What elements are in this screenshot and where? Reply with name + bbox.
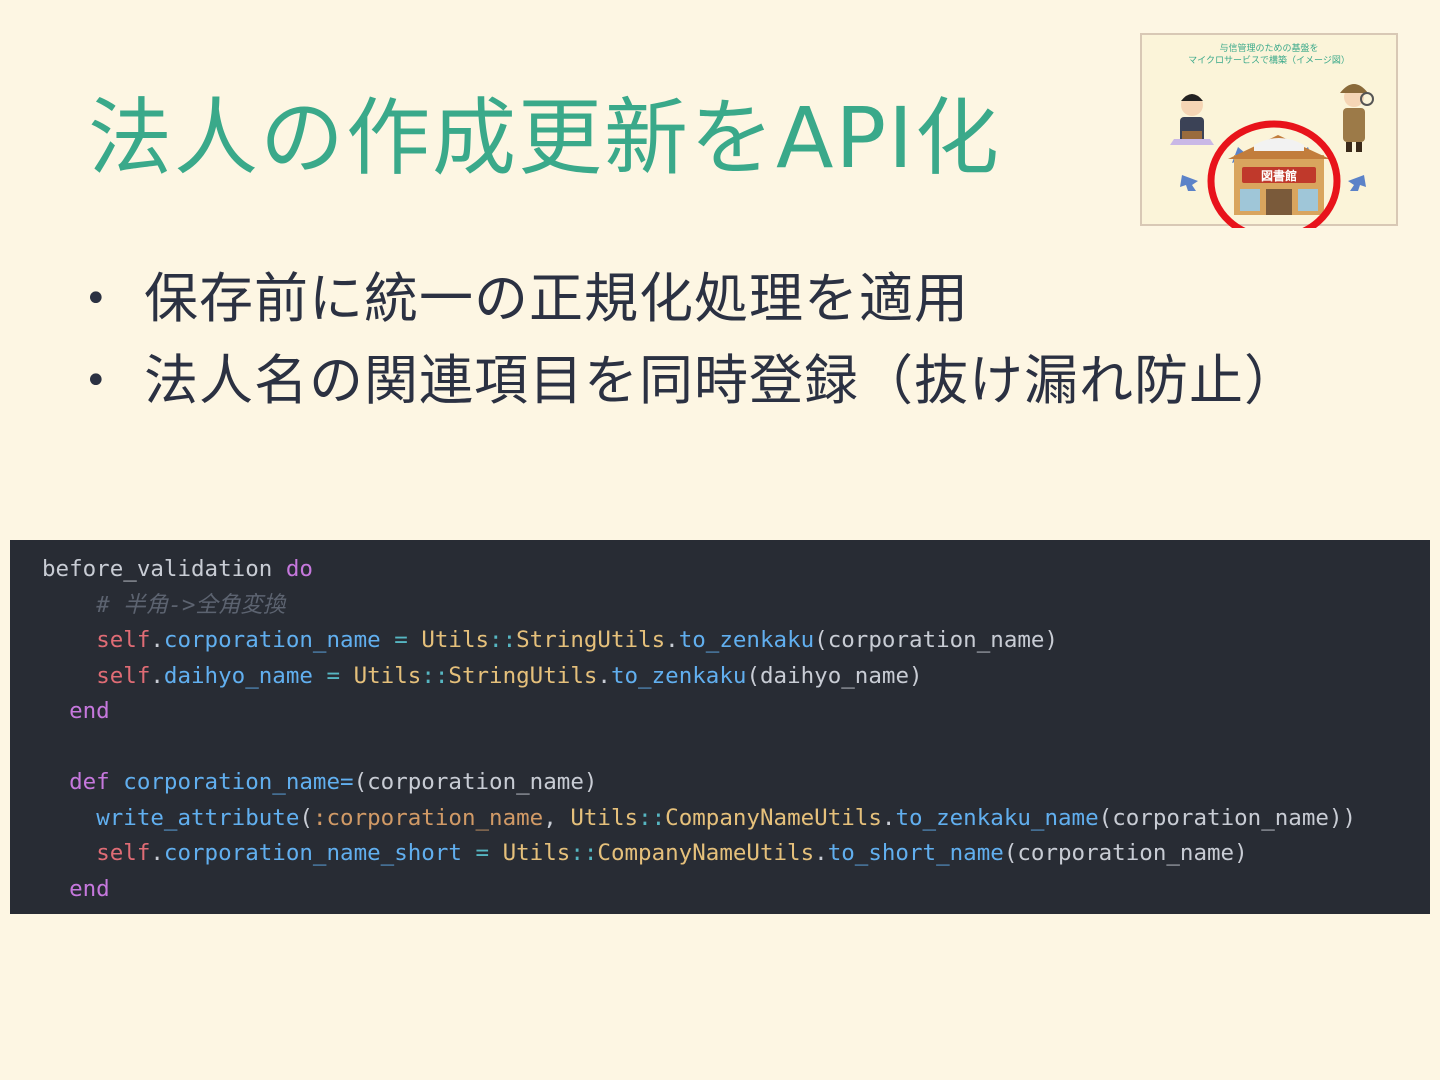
- code-token: =: [394, 627, 408, 653]
- code-block: before_validation do # 半角->全角変換 self.cor…: [10, 540, 1430, 914]
- code-token: .: [150, 840, 164, 866]
- code-token: corporation_name_short: [163, 840, 462, 866]
- bullet-dot: •: [84, 276, 109, 322]
- code-token: self: [96, 840, 151, 866]
- code-line: write_attribute(:corporation_name, Utils…: [42, 801, 1430, 837]
- slide-title: 法人の作成更新をAPI化: [88, 89, 1001, 187]
- code-token: =: [326, 662, 341, 689]
- code-token: self: [96, 627, 151, 653]
- code-token: end: [69, 698, 110, 724]
- code-token: .: [881, 804, 896, 831]
- thumbnail-caption-line: 与信管理のための基盤を: [1219, 44, 1319, 54]
- code-token: self: [96, 662, 151, 689]
- library-building-icon: 図書館: [1228, 135, 1330, 215]
- code-token: .: [150, 662, 164, 689]
- code-token: (daihyo_name): [746, 662, 923, 689]
- code-token: write_attribute: [96, 804, 300, 831]
- code-token: ::: [570, 840, 598, 866]
- code-token: CompanyNameUtils: [597, 840, 815, 866]
- code-line: before_validation do: [42, 552, 1430, 588]
- code-token: (corporation_name): [814, 627, 1059, 653]
- code-token: Utils: [570, 804, 639, 831]
- code-token: .: [150, 627, 164, 653]
- code-token: to_short_name: [827, 840, 1004, 866]
- thumbnail-caption-line: マイクロサービスで構築（イメージ図）: [1188, 56, 1350, 66]
- code-token: StringUtils: [516, 627, 666, 653]
- code-token: to_zenkaku: [610, 662, 747, 689]
- thumbnail-caption: 与信管理のための基盤を マイクロサービスで構築（イメージ図）: [1142, 43, 1396, 67]
- code-token: (corporation_name): [353, 769, 598, 795]
- bullet-list: • 保存前に統一の正規化処理を適用 • 法人名の関連項目を同時登録（抜け漏れ防止…: [84, 258, 1299, 422]
- code-token: corporation_name: [163, 627, 381, 653]
- code-token: .: [597, 662, 611, 689]
- code-token: Utils: [421, 627, 490, 653]
- code-token: to_zenkaku_name: [895, 804, 1099, 831]
- code-line: end: [42, 694, 1430, 730]
- code-line: end: [42, 872, 1430, 908]
- code-token: Utils: [502, 840, 571, 866]
- code-line: # 半角->全角変換: [42, 588, 1430, 624]
- code-token: CompanyNameUtils: [665, 804, 882, 831]
- code-line: self.corporation_name = Utils::StringUti…: [42, 623, 1430, 659]
- bullet-item: • 法人名の関連項目を同時登録（抜け漏れ防止）: [84, 340, 1299, 422]
- building-sign: 図書館: [1261, 168, 1297, 183]
- code-token: do: [285, 556, 313, 582]
- code-token: StringUtils: [448, 662, 598, 689]
- code-token: ::: [489, 627, 517, 653]
- code-line: def corporation_name=(corporation_name): [42, 765, 1430, 801]
- code-token: .: [665, 627, 679, 653]
- code-token: before_validation: [42, 556, 273, 582]
- bullet-text: 法人名の関連項目を同時登録（抜け漏れ防止）: [144, 349, 1299, 412]
- bullet-dot: •: [84, 358, 109, 404]
- architecture-thumbnail: 図書館 与信管理のための基盤を マイクロサービスで構築（イメージ図）: [1140, 33, 1398, 228]
- code-token: ,: [543, 804, 557, 831]
- code-token: (corporation_name): [1003, 840, 1248, 866]
- bullet-text: 保存前に統一の正規化処理を適用: [144, 267, 969, 330]
- code-token: daihyo_name: [163, 662, 313, 689]
- code-token: (corporation_name)): [1098, 804, 1357, 831]
- code-token: (: [299, 804, 313, 831]
- detective-person-icon: [1340, 84, 1374, 152]
- code-token: ::: [638, 804, 666, 831]
- code-token: corporation_name=: [123, 769, 354, 795]
- code-line: self.daihyo_name = Utils::StringUtils.to…: [42, 659, 1430, 695]
- code-token: ::: [421, 662, 449, 689]
- code-token: =: [475, 840, 490, 866]
- code-token: def: [69, 769, 110, 795]
- code-token: to_zenkaku: [678, 627, 815, 653]
- code-token: .: [814, 840, 828, 866]
- code-line: self.corporation_name_short = Utils::Com…: [42, 836, 1430, 872]
- code-token: end: [69, 875, 110, 902]
- bullet-item: • 保存前に統一の正規化処理を適用: [84, 258, 1299, 340]
- reader-person-icon: [1170, 94, 1214, 145]
- code-token: :corporation_name: [312, 804, 544, 831]
- code-comment: # 半角->全角変換: [96, 591, 286, 618]
- code-token: Utils: [353, 662, 422, 689]
